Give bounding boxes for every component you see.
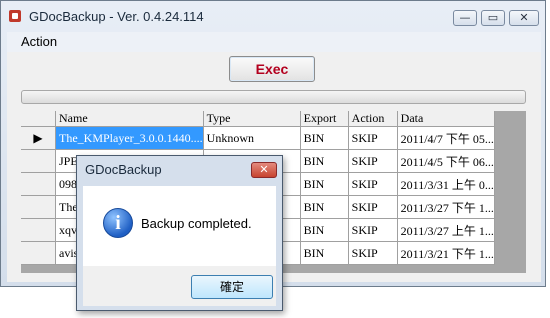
message-dialog: GDocBackup ✕ i Backup completed. 確定	[76, 155, 283, 311]
cell-export[interactable]: BIN	[300, 149, 349, 173]
close-icon: ✕	[259, 163, 269, 176]
minimize-icon: —	[459, 11, 471, 24]
cell-export[interactable]: BIN	[300, 195, 349, 219]
cell-data[interactable]: 2011/3/27 下午 1...	[397, 195, 495, 219]
dialog-footer: 確定	[83, 266, 276, 306]
exec-button-label: Exec	[255, 61, 289, 77]
column-header-action[interactable]: Action	[348, 111, 398, 127]
dialog-title: GDocBackup	[85, 162, 162, 177]
cell-data[interactable]: 2011/3/21 下午 1...	[397, 241, 495, 265]
ok-button[interactable]: 確定	[191, 275, 273, 299]
cell-export[interactable]: BIN	[300, 126, 349, 150]
cell-data[interactable]: 2011/3/27 上午 1...	[397, 218, 495, 242]
cell-data[interactable]: 2011/4/7 下午 05...	[397, 126, 495, 150]
cell-action[interactable]: SKIP	[348, 149, 398, 173]
cell-name[interactable]: The_KMPlayer_3.0.0.1440....	[55, 126, 204, 150]
current-row-indicator-icon: ▶	[21, 126, 56, 150]
row-header	[21, 172, 56, 196]
dialog-body: i Backup completed.	[83, 186, 276, 266]
row-header	[21, 149, 56, 173]
menu-action[interactable]: Action	[21, 34, 57, 49]
close-button[interactable]: ✕	[509, 10, 539, 26]
maximize-icon: ▭	[487, 11, 499, 24]
cell-action[interactable]: SKIP	[348, 172, 398, 196]
cell-action[interactable]: SKIP	[348, 241, 398, 265]
maximize-button[interactable]: ▭	[481, 10, 505, 26]
cell-export[interactable]: BIN	[300, 218, 349, 242]
column-header-export[interactable]: Export	[300, 111, 349, 127]
cell-action[interactable]: SKIP	[348, 195, 398, 219]
exec-button[interactable]: Exec	[229, 56, 315, 82]
cell-data[interactable]: 2011/3/31 上午 0...	[397, 172, 495, 196]
table-header-row: Name Type Export Action Data	[21, 111, 495, 127]
row-header	[21, 241, 56, 265]
minimize-button[interactable]: —	[453, 10, 477, 26]
info-icon-glyph: i	[115, 212, 121, 234]
row-header-corner	[21, 111, 56, 127]
close-icon: ✕	[519, 11, 529, 24]
cell-export[interactable]: BIN	[300, 241, 349, 265]
row-header	[21, 195, 56, 219]
column-header-name[interactable]: Name	[55, 111, 204, 127]
cell-action[interactable]: SKIP	[348, 218, 398, 242]
progress-bar	[21, 90, 526, 104]
app-icon	[9, 10, 21, 22]
column-header-type[interactable]: Type	[203, 111, 301, 127]
dialog-close-button[interactable]: ✕	[251, 162, 277, 178]
menu-bar: Action	[7, 32, 541, 52]
ok-button-label: 確定	[219, 280, 244, 294]
dialog-message: Backup completed.	[141, 216, 252, 231]
window-title: GDocBackup - Ver. 0.4.24.114	[29, 9, 204, 24]
info-icon: i	[103, 208, 133, 238]
cell-data[interactable]: 2011/4/5 下午 06...	[397, 149, 495, 173]
cell-type[interactable]: Unknown	[203, 126, 301, 150]
cell-export[interactable]: BIN	[300, 172, 349, 196]
table-row[interactable]: ▶ The_KMPlayer_3.0.0.1440.... Unknown BI…	[21, 126, 495, 150]
column-header-data[interactable]: Data	[397, 111, 495, 127]
cell-action[interactable]: SKIP	[348, 126, 398, 150]
title-bar: GDocBackup - Ver. 0.4.24.114 — ▭ ✕	[1, 1, 545, 31]
row-header	[21, 218, 56, 242]
